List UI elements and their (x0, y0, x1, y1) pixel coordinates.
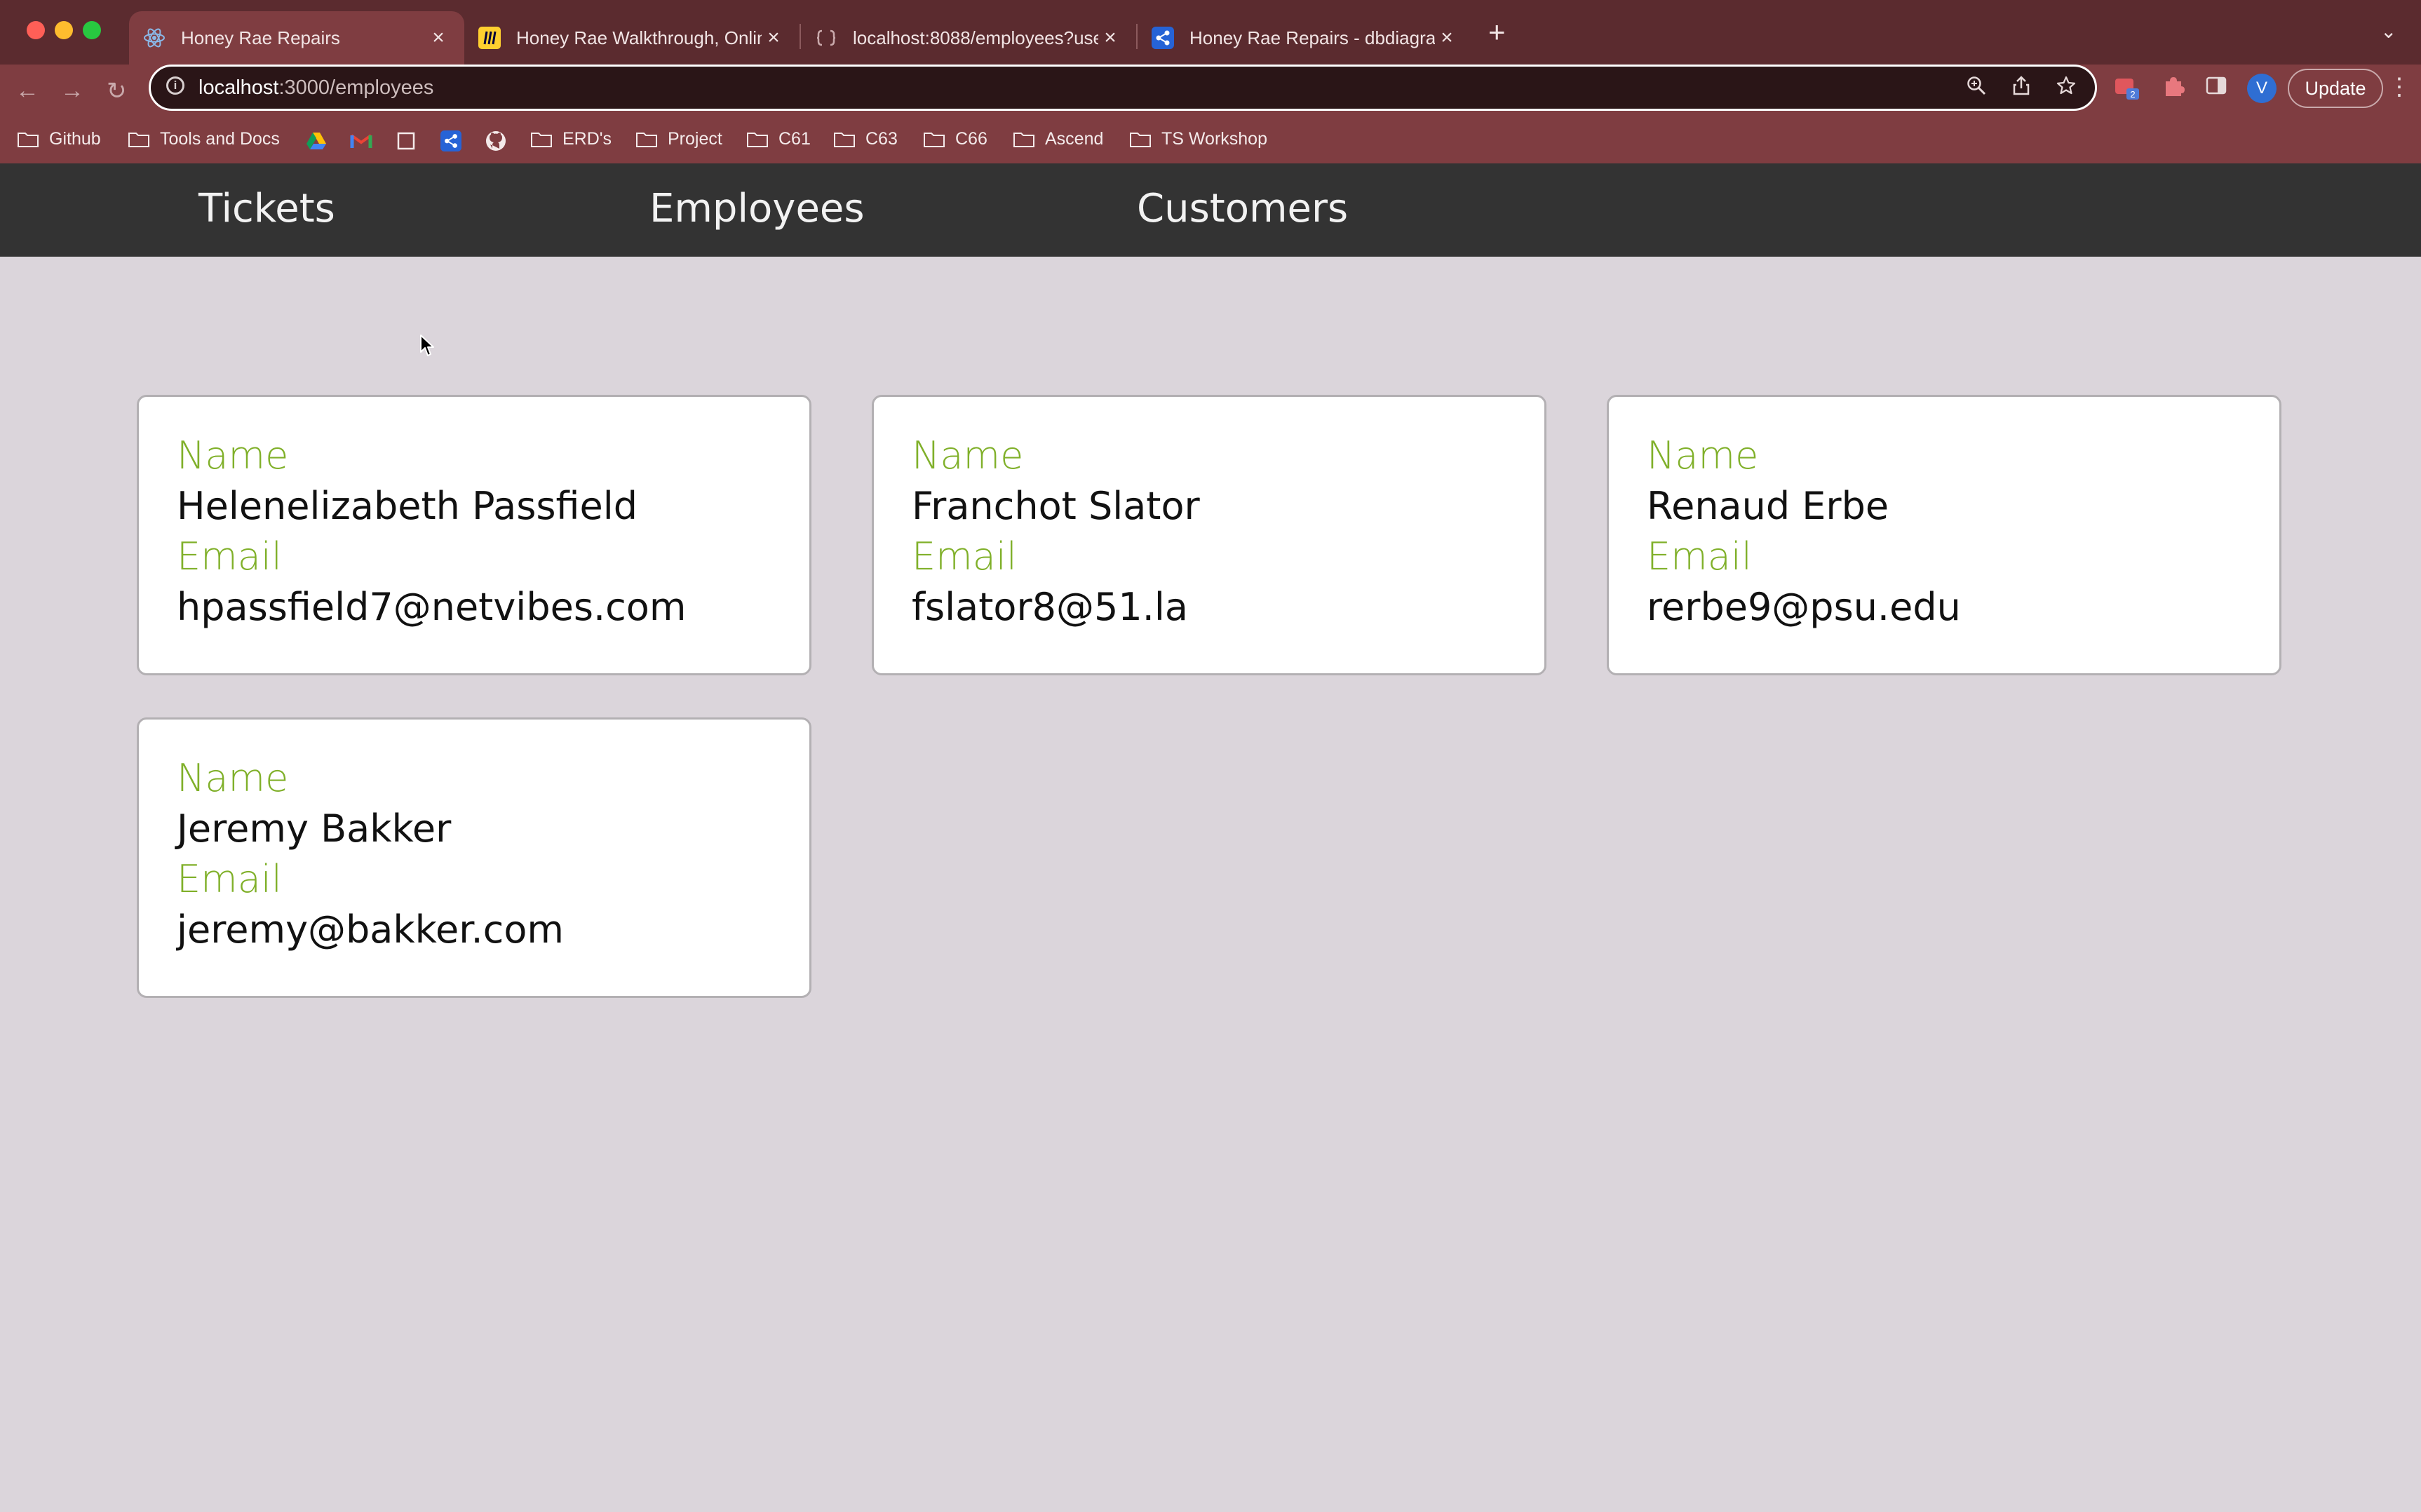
tab-close-icon[interactable]: × (762, 26, 785, 50)
bookmark-tools-and-docs[interactable]: Tools and Docs (128, 129, 280, 149)
employee-card[interactable]: Name Helenelizabeth Passfield Email hpas… (137, 395, 811, 675)
google-drive-icon[interactable] (304, 129, 328, 153)
folder-icon (924, 132, 945, 147)
name-label: Name (912, 433, 1024, 478)
nav-link-tickets[interactable]: Tickets (198, 186, 335, 231)
bookmark-ts-workshop[interactable]: TS Workshop (1129, 129, 1267, 149)
folder-icon (1013, 132, 1034, 147)
tab-dbdiagram[interactable]: Honey Rae Repairs - dbdiagram × (1138, 11, 1473, 65)
address-bar[interactable]: i localhost:3000/employees (149, 65, 2097, 111)
zoom-icon[interactable] (1966, 75, 1987, 102)
new-tab-button[interactable]: + (1488, 15, 1506, 49)
react-icon (143, 27, 166, 49)
folder-icon (18, 132, 39, 147)
profile-avatar[interactable]: V (2247, 74, 2277, 103)
bookmark-label: Ascend (1045, 129, 1104, 149)
reload-icon[interactable]: ↻ (107, 77, 127, 105)
more-menu-icon[interactable]: ⋮ (2387, 73, 2411, 101)
gmail-icon[interactable] (349, 129, 373, 153)
email-label: Email (912, 534, 1017, 579)
employee-name: Franchot Slator (912, 484, 1200, 528)
folder-icon (128, 132, 149, 147)
tab-search-chevron-icon[interactable]: ⌄ (2380, 20, 2396, 43)
tab-close-icon[interactable]: × (426, 26, 450, 50)
employee-name: Helenelizabeth Passfield (177, 484, 638, 528)
dbdiagram-bookmark-icon[interactable] (439, 129, 463, 153)
app-navbar: Tickets Employees Customers (0, 163, 2421, 257)
bookmark-github[interactable]: Github (17, 129, 101, 149)
email-label: Email (1647, 534, 1752, 579)
bookmark-label: Github (49, 129, 101, 149)
bookmark-label: C63 (865, 129, 898, 149)
extension-badge: 2 (2130, 89, 2135, 100)
bookmark-label: Project (668, 129, 722, 149)
tab-strip: Honey Rae Repairs × Honey Rae Walkthroug… (0, 0, 2421, 65)
tab-honey-rae-repairs[interactable]: Honey Rae Repairs × (129, 11, 464, 65)
dbdiagram-icon (1152, 27, 1174, 49)
folder-icon (636, 132, 657, 147)
puzzle-extensions-icon[interactable] (2162, 74, 2185, 104)
folder-icon (531, 132, 552, 147)
folder-icon (834, 132, 855, 147)
employee-name: Renaud Erbe (1647, 484, 1889, 528)
employee-card[interactable]: Name Jeremy Bakker Email jeremy@bakker.c… (137, 717, 811, 998)
github-icon[interactable] (484, 129, 508, 153)
folder-icon (747, 132, 768, 147)
site-info-icon[interactable]: i (166, 76, 184, 95)
employee-card[interactable]: Name Renaud Erbe Email rerbe9@psu.edu (1607, 395, 2281, 675)
name-label: Name (1647, 433, 1759, 478)
bookmark-label: TS Workshop (1161, 129, 1267, 149)
close-window-button[interactable] (27, 21, 45, 39)
bookmark-c61[interactable]: C61 (746, 129, 811, 149)
url-path: :3000/employees (278, 76, 434, 99)
forward-arrow-icon[interactable]: → (60, 77, 84, 104)
bookmark-star-icon[interactable] (2056, 75, 2077, 102)
nav-link-customers[interactable]: Customers (1137, 186, 1348, 231)
mouse-cursor-icon (420, 335, 434, 356)
url-host: localhost (198, 76, 279, 99)
employee-name: Jeremy Bakker (177, 806, 452, 851)
bookmark-label: Tools and Docs (160, 129, 280, 149)
tab-close-icon[interactable]: × (1098, 26, 1122, 50)
bookmarks-bar: Github Tools and Docs ERD's Project C61 … (0, 121, 2421, 160)
bookmark-c66[interactable]: C66 (923, 129, 987, 149)
extension-icon[interactable]: 2 (2114, 74, 2142, 108)
miro-icon (478, 27, 501, 49)
bookmark-label: C66 (955, 129, 987, 149)
employee-card[interactable]: Name Franchot Slator Email fslator8@51.l… (872, 395, 1546, 675)
tab-walkthrough[interactable]: Honey Rae Walkthrough, Online × (464, 11, 800, 65)
tab-json-server[interactable]: localhost:8088/employees?use × (801, 11, 1136, 65)
employee-email: rerbe9@psu.edu (1647, 585, 1961, 629)
maximize-window-button[interactable] (83, 21, 101, 39)
tab-title: localhost:8088/employees?use (853, 27, 1098, 48)
json-server-icon (815, 27, 837, 49)
tab-title: Honey Rae Walkthrough, Online (516, 27, 762, 48)
email-label: Email (177, 857, 282, 901)
name-label: Name (177, 433, 289, 478)
share-icon[interactable] (2011, 75, 2032, 102)
employee-email: fslator8@51.la (912, 585, 1188, 629)
name-label: Name (177, 756, 289, 800)
folder-icon (1130, 132, 1151, 147)
back-arrow-icon[interactable]: ← (15, 77, 39, 104)
minimize-window-button[interactable] (55, 21, 73, 39)
bookmark-label: C61 (778, 129, 811, 149)
bookmark-ascend[interactable]: Ascend (1013, 129, 1103, 149)
employee-email: jeremy@bakker.com (177, 907, 564, 952)
email-label: Email (177, 534, 282, 579)
update-button[interactable]: Update (2288, 69, 2383, 108)
employee-email: hpassfield7@netvibes.com (177, 585, 687, 629)
bookmark-erds[interactable]: ERD's (530, 129, 612, 149)
bookmark-label: ERD's (562, 129, 612, 149)
tab-close-icon[interactable]: × (1435, 26, 1459, 50)
tab-title: Honey Rae Repairs - dbdiagram (1189, 27, 1435, 48)
nav-link-employees[interactable]: Employees (649, 186, 865, 231)
bookmark-c63[interactable]: C63 (833, 129, 898, 149)
url-text[interactable]: localhost:3000/employees (198, 76, 433, 100)
side-panel-icon[interactable] (2205, 74, 2227, 102)
bookmark-project[interactable]: Project (635, 129, 722, 149)
square-bookmark-icon[interactable] (394, 129, 418, 153)
tab-title: Honey Rae Repairs (181, 27, 340, 48)
